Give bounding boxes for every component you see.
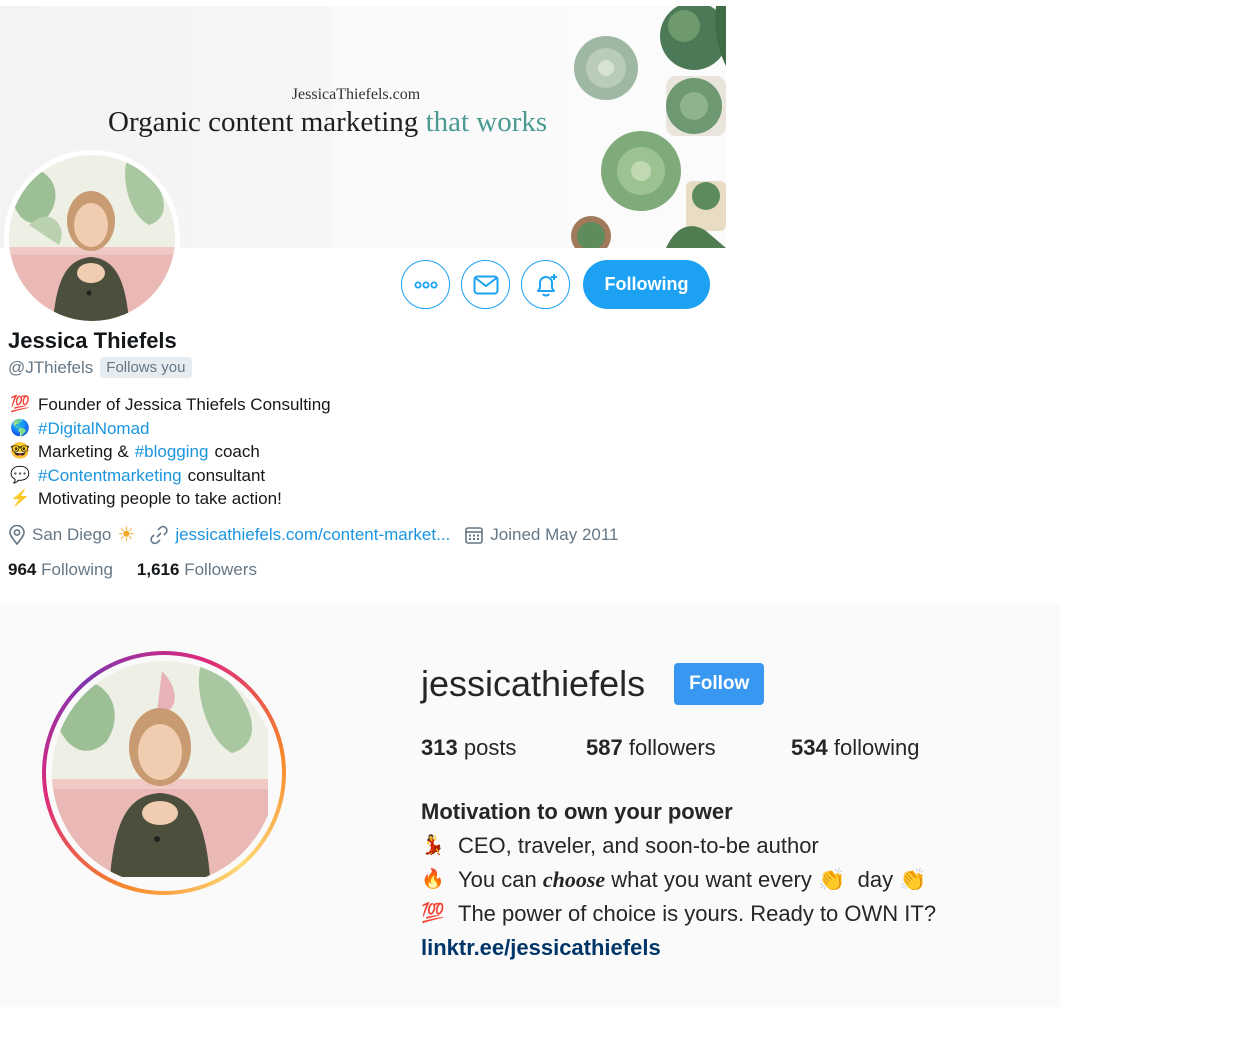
bio-text: consultant — [187, 465, 266, 485]
clapping-hands-emoji-icon: 👏 — [817, 867, 846, 892]
instagram-avatar-story-ring[interactable] — [42, 651, 286, 895]
bio-text: Motivating people to take action! — [38, 489, 282, 508]
bio-text: You can — [458, 867, 537, 892]
followers-label: followers — [628, 735, 716, 760]
lightning-emoji-icon: ⚡ — [10, 490, 30, 507]
posts-label: posts — [463, 735, 517, 760]
handle-row: @JThiefels Follows you — [8, 357, 192, 378]
twitter-avatar[interactable] — [4, 150, 180, 326]
banner-tagline-main: Organic content marketing — [108, 106, 419, 138]
user-handle: @JThiefels — [8, 357, 94, 377]
followers-count: 1,616 — [136, 560, 180, 579]
following-label: following — [833, 735, 920, 760]
following-button[interactable]: Following — [583, 260, 710, 309]
bio-emphasis-text: choose — [542, 867, 606, 892]
bio-external-link[interactable]: linktr.ee/jessicathiefels — [421, 931, 936, 965]
followers-stat[interactable]: 587 followers — [586, 735, 791, 761]
location-pin-icon — [9, 524, 25, 545]
followers-label: Followers — [184, 560, 257, 579]
dancer-emoji-icon: 💃 — [421, 835, 445, 856]
bio-text: day — [857, 867, 894, 892]
bio-line: 💯 The power of choice is yours. Ready to… — [421, 897, 936, 931]
globe-emoji-icon: 🌎 — [10, 419, 30, 437]
succulent-plants-image — [566, 6, 726, 248]
instagram-bio: Motivation to own your power 💃 CEO, trav… — [421, 795, 936, 965]
link-icon — [150, 525, 169, 544]
notifications-button[interactable] — [521, 260, 570, 309]
more-options-button[interactable] — [401, 260, 450, 309]
banner-tagline: Organic content marketing that works — [108, 106, 547, 139]
followers-stat[interactable]: 1,616 Followers — [137, 560, 257, 580]
hundred-emoji-icon: 💯 — [421, 903, 445, 924]
twitter-profile-card: JessicaThiefels.com Organic content mark… — [0, 0, 730, 600]
display-name: Jessica Thiefels — [8, 328, 177, 353]
following-stat[interactable]: 534 following — [791, 735, 919, 761]
instagram-stats: 313 posts 587 followers 534 following — [421, 735, 919, 761]
envelope-icon — [473, 275, 498, 294]
hundred-emoji-icon: 💯 — [10, 396, 30, 413]
hashtag-link-digitalnomad[interactable]: #DigitalNomad — [38, 417, 150, 441]
bio-text: Marketing & — [38, 442, 129, 461]
following-count: 534 — [791, 735, 828, 760]
bio-line: 💃 CEO, traveler, and soon-to-be author — [421, 829, 936, 863]
banner-url-text: JessicaThiefels.com — [291, 86, 421, 103]
bio-text: what you want every — [611, 867, 812, 892]
location: San Diego ☀ — [8, 522, 135, 547]
posts-count: 313 — [421, 735, 458, 760]
location-text: San Diego — [32, 524, 112, 544]
avatar-photo-image — [9, 155, 175, 321]
posts-stat: 313 posts — [421, 735, 586, 761]
following-stat[interactable]: 964 Following — [8, 560, 113, 580]
instagram-header-row: jessicathiefels Follow — [421, 663, 765, 705]
following-label: Following — [41, 560, 113, 579]
bio-line: 💬 #Contentmarketing consultant — [8, 464, 331, 488]
joined-text: Joined May 2011 — [490, 524, 619, 544]
bio-title: Motivation to own your power — [421, 799, 733, 824]
website-link[interactable]: jessicathiefels.com/content-market... — [175, 525, 450, 545]
follow-stats: 964 Following 1,616 Followers — [8, 560, 257, 580]
page: JessicaThiefels.com Organic content mark… — [0, 0, 1234, 1044]
profile-meta: San Diego ☀ jessicathiefels.com/content-… — [8, 522, 633, 547]
hashtag-link-contentmarketing[interactable]: #Contentmarketing — [38, 464, 182, 488]
bio-text: The power of choice is yours. Ready to O… — [458, 901, 937, 926]
instagram-profile-card: jessicathiefels Follow 313 posts 587 fol… — [0, 603, 1060, 1007]
nerd-face-emoji-icon: 🤓 — [10, 443, 30, 460]
banner-tagline-accent: that works — [425, 106, 548, 138]
twitter-bio: 💯 Founder of Jessica Thiefels Consulting… — [8, 393, 331, 511]
sun-emoji-icon: ☀ — [117, 524, 136, 546]
bio-line: ⚡ Motivating people to take action! — [8, 487, 331, 511]
follows-you-badge: Follows you — [100, 357, 192, 378]
hashtag-link-blogging[interactable]: #blogging — [135, 440, 209, 464]
bio-text: coach — [214, 442, 260, 461]
fire-emoji-icon: 🔥 — [421, 869, 445, 890]
clapping-hands-emoji-icon: 👏 — [899, 867, 927, 892]
following-count: 964 — [8, 560, 37, 579]
bio-line: 💯 Founder of Jessica Thiefels Consulting — [8, 393, 331, 417]
more-dots-icon — [414, 281, 437, 288]
website: jessicathiefels.com/content-market... — [149, 525, 450, 545]
followers-count: 587 — [586, 735, 623, 760]
bio-text: CEO, traveler, and soon-to-be author — [458, 833, 819, 858]
joined-date: Joined May 2011 — [464, 524, 619, 545]
instagram-avatar-image — [52, 661, 268, 877]
instagram-username: jessicathiefels — [421, 663, 646, 704]
profile-actions: Following — [401, 260, 710, 309]
bio-text: Founder of Jessica Thiefels Consulting — [38, 395, 331, 414]
bio-line: 🌎 #DigitalNomad — [8, 417, 331, 441]
follow-button[interactable]: Follow — [674, 663, 765, 705]
bio-line: 🤓 Marketing & #blogging coach — [8, 440, 331, 464]
bio-line: 🔥 You can choose what you want every 👏 d… — [421, 863, 936, 897]
calendar-icon — [465, 526, 484, 544]
message-button[interactable] — [461, 260, 510, 309]
bell-plus-icon — [536, 273, 557, 296]
speech-bubble-emoji-icon: 💬 — [10, 466, 30, 484]
